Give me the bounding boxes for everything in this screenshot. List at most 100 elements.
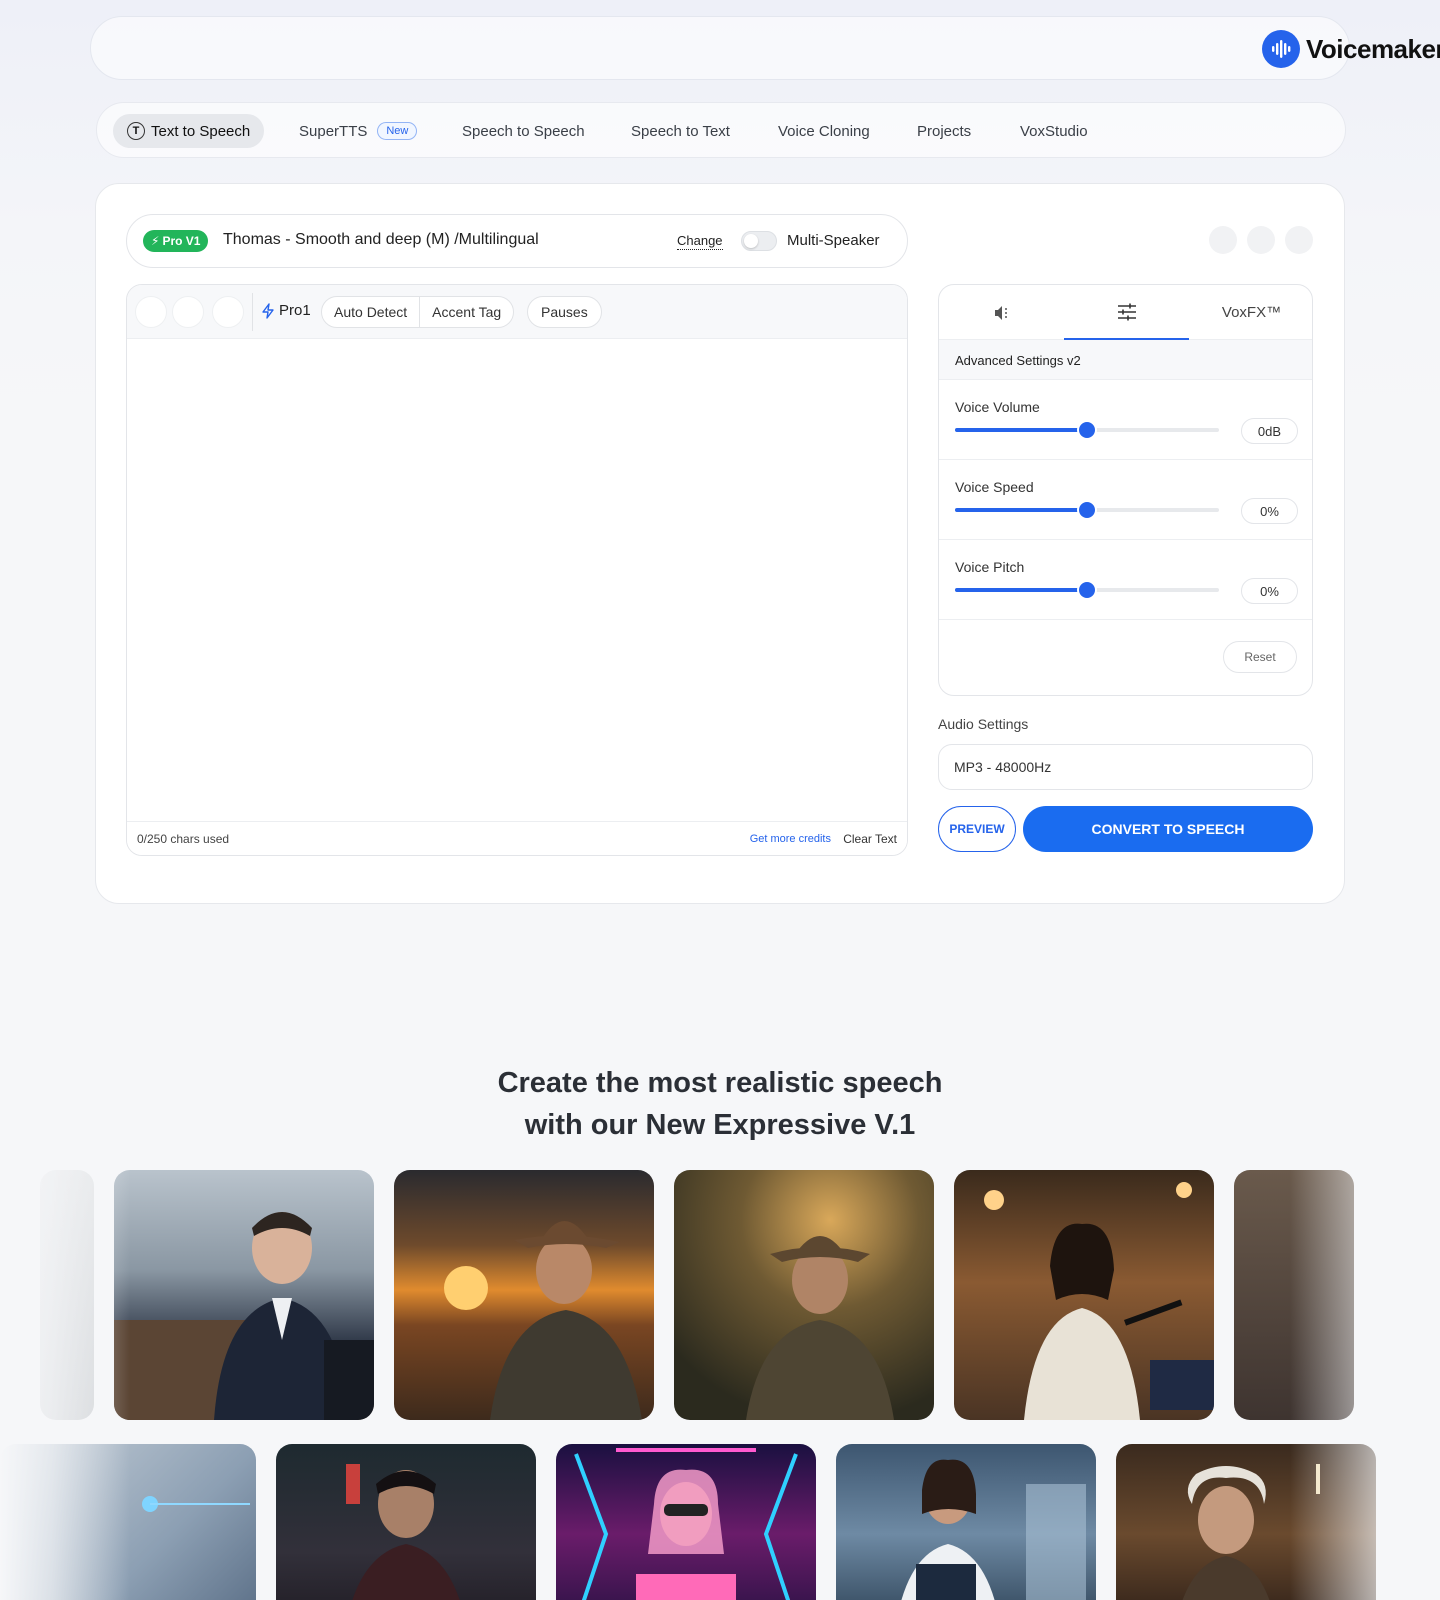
main-nav: T Text to Speech SuperTTS New Speech to … — [96, 102, 1346, 158]
t-circle-icon: T — [127, 122, 145, 140]
advanced-settings-title: Advanced Settings v2 — [955, 353, 1081, 368]
voxfx-label: VoxFX™ — [1221, 304, 1282, 321]
preview-button[interactable]: PREVIEW — [938, 806, 1016, 852]
new-badge: New — [377, 122, 418, 140]
voice-pitch-row: Voice Pitch 0% — [939, 540, 1312, 620]
headline-line-2: with our New Expressive V.1 — [524, 1109, 916, 1141]
voice-avatar-card[interactable] — [114, 1170, 374, 1420]
action-circle-2[interactable] — [1247, 226, 1275, 254]
text-editor: Pro1 Auto Detect Accent Tag Pauses 0/250… — [126, 284, 908, 856]
reset-button[interactable]: Reset — [1223, 641, 1297, 673]
explorer-portrait-icon — [746, 1236, 894, 1420]
voice-volume-value[interactable]: 0dB — [1241, 418, 1298, 444]
nav-item-voice-cloning[interactable]: Voice Cloning — [764, 114, 884, 148]
scientist-portrait-icon — [901, 1459, 1086, 1600]
nav-item-label: Speech to Speech — [462, 122, 585, 140]
carousel-fade-right — [1290, 1160, 1440, 1600]
nav-item-text-to-speech[interactable]: T Text to Speech — [113, 114, 265, 148]
voice-volume-slider[interactable] — [955, 422, 1219, 438]
tag-tools: Auto Detect Accent Tag — [321, 296, 515, 328]
voice-avatar-card[interactable] — [276, 1444, 536, 1600]
change-voice-link[interactable]: Change — [677, 233, 723, 250]
voice-speed-row: Voice Speed 0% — [939, 460, 1312, 540]
voice-speed-label: Voice Speed — [955, 479, 1034, 495]
tab-voxfx[interactable]: VoxFX™ — [1189, 285, 1312, 340]
brand-logo[interactable]: Voicemaker — [1262, 30, 1440, 68]
voice-avatar-card[interactable] — [674, 1170, 934, 1420]
nav-item-speech-to-speech[interactable]: Speech to Speech — [448, 114, 599, 148]
pro-badge: ⚡ Pro V1 — [143, 230, 209, 252]
audio-format-select[interactable]: MP3 - 48000Hz — [938, 744, 1313, 790]
toolbar-button-3[interactable] — [212, 296, 244, 328]
voice-pitch-label: Voice Pitch — [955, 559, 1025, 575]
voice-avatar-card[interactable] — [394, 1170, 654, 1420]
top-header-bar — [90, 16, 1350, 80]
nav-item-label: VoxStudio — [1020, 122, 1088, 140]
get-more-credits-link[interactable]: Get more credits — [750, 833, 831, 845]
nav-item-label: Text to Speech — [151, 122, 251, 140]
tab-advanced-settings[interactable] — [1064, 285, 1189, 340]
accent-tag-button[interactable]: Accent Tag — [419, 297, 513, 327]
bolt-icon: ⚡ — [151, 234, 160, 248]
brand-name: Voicemaker — [1306, 33, 1440, 64]
toolbar-button-2[interactable] — [172, 296, 204, 328]
slider-thumb[interactable] — [1079, 502, 1095, 518]
pauses-button[interactable]: Pauses — [527, 296, 602, 328]
settings-tabs: VoxFX™ — [939, 285, 1312, 340]
nav-item-supertts[interactable]: SuperTTS New — [285, 114, 431, 148]
settings-panel: VoxFX™ Advanced Settings v2 Voice Volume… — [938, 284, 1313, 696]
audio-settings-label: Audio Settings — [938, 716, 1029, 732]
voice-pitch-slider[interactable] — [955, 582, 1219, 598]
text-input-area[interactable] — [127, 339, 907, 823]
voice-speed-value[interactable]: 0% — [1241, 498, 1298, 524]
clear-text-button[interactable]: Clear Text — [843, 832, 897, 846]
cowboy-portrait-icon — [444, 1221, 642, 1420]
nav-item-voxstudio[interactable]: VoxStudio — [1006, 114, 1102, 148]
voicemaker-logo-icon — [1262, 30, 1300, 68]
bolt-outline-icon — [262, 302, 274, 319]
nav-item-projects[interactable]: Projects — [903, 114, 985, 148]
editor-footer: 0/250 chars used Get more credits Clear … — [127, 821, 907, 855]
speaker-icon — [994, 305, 1007, 320]
voice-avatar-card[interactable] — [836, 1444, 1096, 1600]
nav-item-label: Projects — [917, 122, 972, 140]
voice-speed-slider[interactable] — [955, 502, 1219, 518]
voice-selector[interactable]: ⚡ Pro V1 Thomas - Smooth and deep (M) /M… — [126, 214, 908, 268]
action-circle-1[interactable] — [1209, 226, 1237, 254]
podcaster-portrait-icon — [984, 1182, 1214, 1420]
voice-volume-row: Voice Volume 0dB — [939, 380, 1312, 460]
toolbar-divider — [252, 293, 253, 331]
slider-fill — [955, 508, 1087, 512]
convert-to-speech-button[interactable]: CONVERT TO SPEECH — [1023, 806, 1313, 852]
toolbar-button-1[interactable] — [135, 296, 167, 328]
pro-badge-label: Pro V1 — [162, 234, 201, 248]
multi-speaker-label: Multi-Speaker — [787, 232, 880, 249]
action-circle-3[interactable] — [1285, 226, 1313, 254]
engine-selector[interactable]: Pro1 — [261, 302, 311, 319]
showcase-headline: Create the most realistic speech with ou… — [300, 1062, 1140, 1146]
slider-thumb[interactable] — [1079, 582, 1095, 598]
editor-toolbar: Pro1 Auto Detect Accent Tag Pauses — [127, 285, 907, 339]
neon-portrait-icon — [574, 1448, 798, 1600]
nav-item-speech-to-text[interactable]: Speech to Text — [617, 114, 744, 148]
slider-thumb[interactable] — [1079, 422, 1095, 438]
voice-avatar-card[interactable] — [556, 1444, 816, 1600]
engine-label: Pro1 — [279, 302, 311, 319]
voice-pitch-value[interactable]: 0% — [1241, 578, 1298, 604]
voice-avatar-card[interactable] — [954, 1170, 1214, 1420]
voice-volume-label: Voice Volume — [955, 399, 1040, 415]
headline-line-1: Create the most realistic speech — [497, 1067, 943, 1099]
voice-name: Thomas - Smooth and deep (M) /Multilingu… — [223, 231, 539, 248]
advanced-settings-header: Advanced Settings v2 — [939, 340, 1312, 380]
chars-used: 0/250 chars used — [137, 832, 230, 846]
multi-speaker-toggle[interactable] — [741, 231, 777, 251]
villain-portrait-icon — [346, 1464, 460, 1600]
slider-fill — [955, 428, 1087, 432]
businessman-portrait-icon — [114, 1212, 374, 1420]
sliders-icon — [1117, 303, 1136, 320]
slider-fill — [955, 588, 1087, 592]
nav-item-label: Voice Cloning — [778, 122, 870, 140]
tab-sound[interactable] — [939, 285, 1064, 340]
auto-detect-button[interactable]: Auto Detect — [322, 297, 419, 327]
nav-item-label: Speech to Text — [631, 122, 730, 140]
